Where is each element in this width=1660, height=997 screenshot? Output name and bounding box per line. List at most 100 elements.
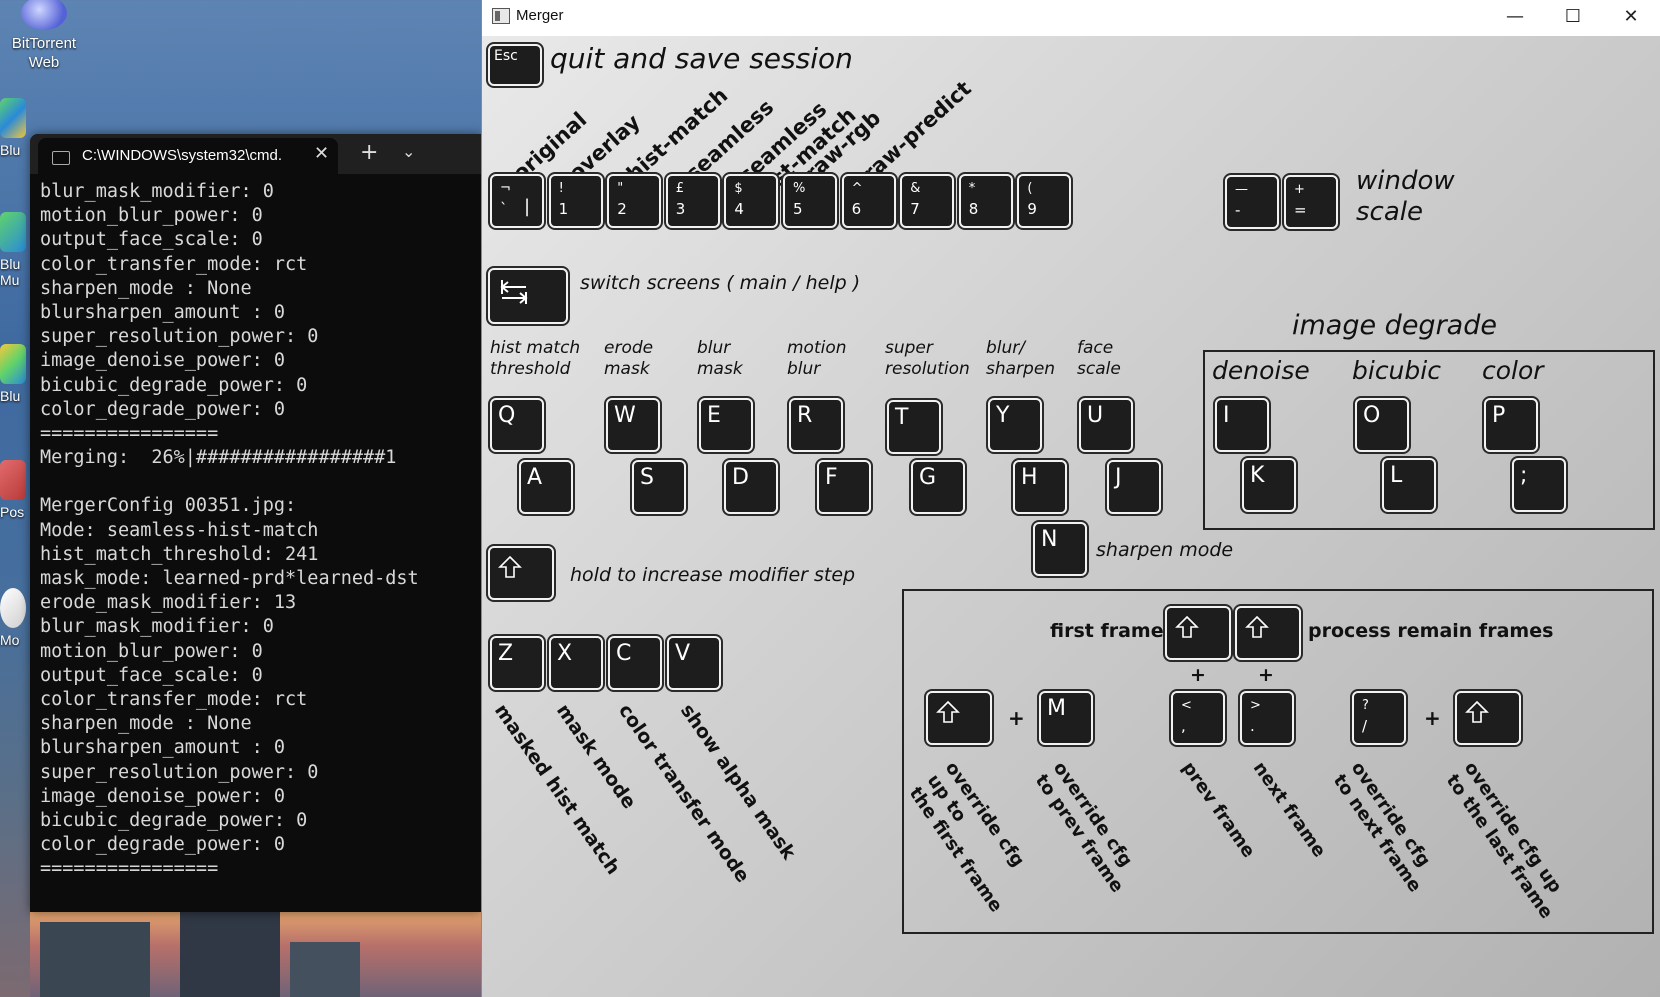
key-shift xyxy=(488,546,554,600)
key-label: , xyxy=(1181,717,1186,735)
key-shift-override-last xyxy=(1455,691,1521,745)
modifier-label: blur mask xyxy=(697,338,743,379)
key-label: X xyxy=(557,641,573,666)
key-tab xyxy=(488,268,568,324)
shift-arrow-icon xyxy=(936,700,960,723)
modifier-label: super resolution xyxy=(885,338,970,379)
terminal-line: bicubic_degrade_power: 0 xyxy=(40,374,308,396)
key-period: >. xyxy=(1240,691,1294,745)
plus-sign: + xyxy=(1008,706,1025,730)
key-label: A xyxy=(527,465,543,490)
merger-window[interactable]: Merger — ☐ ✕ Esc quit and save session s… xyxy=(481,0,1660,997)
app-icon xyxy=(0,588,26,628)
key-label: Q xyxy=(498,403,516,428)
key-label: V xyxy=(675,641,691,666)
process-remain-label: process remain frames xyxy=(1308,620,1554,642)
key-x: X xyxy=(549,636,603,690)
sharpen-mode-label: sharpen mode xyxy=(1096,539,1234,561)
key-label: 6 xyxy=(851,200,862,218)
key-label: W xyxy=(614,403,636,428)
esc-label: quit and save session xyxy=(550,42,853,75)
desktop-icon-label: BitTorrent xyxy=(11,35,77,52)
desktop-icon-label: Mo xyxy=(0,632,20,648)
key-c: C xyxy=(608,636,662,690)
key-minus: — - xyxy=(1225,175,1279,229)
key-label: ^ xyxy=(851,181,863,196)
key-degrade-down: L xyxy=(1382,458,1436,512)
tab-dropdown-icon[interactable]: ⌄ xyxy=(402,142,415,161)
key-label: / xyxy=(1362,717,1368,735)
desktop-icon-partial[interactable]: Blu xyxy=(0,98,30,158)
key-n: N xyxy=(1033,522,1087,576)
terminal-line: color_degrade_power: 0 xyxy=(40,398,286,420)
key-label: H xyxy=(1021,465,1038,490)
shift-label: hold to increase modifier step xyxy=(570,564,856,586)
maximize-button[interactable]: ☐ xyxy=(1544,0,1602,36)
key-label: U xyxy=(1087,403,1104,428)
app-icon xyxy=(0,460,26,500)
key-label: R xyxy=(797,403,813,428)
terminal-line: output_face_scale: 0 xyxy=(40,229,263,251)
desktop-icon-label: Pos xyxy=(0,504,25,520)
desktop-icon-partial[interactable]: Pos xyxy=(0,460,30,520)
key-slash: ? / xyxy=(1352,691,1406,745)
plus-sign: + xyxy=(1424,706,1441,730)
key-label: O xyxy=(1363,403,1381,428)
key-label: K xyxy=(1250,463,1265,488)
zxcv-label: show alpha mask xyxy=(675,700,800,864)
desktop-icon-bittorrent[interactable]: BitTorrent Web xyxy=(4,0,84,72)
key-label: P xyxy=(1492,403,1506,428)
terminal-tab[interactable]: C:\WINDOWS\system32\cmd. ✕ xyxy=(38,138,338,174)
key-label: $ xyxy=(734,181,743,196)
terminal-line: sharpen_mode : None xyxy=(40,713,252,735)
terminal-line: blur_mask_modifier: 0 xyxy=(40,616,274,638)
key-number: ! 1 xyxy=(548,174,603,228)
key-label: 2 xyxy=(617,200,627,218)
terminal-window[interactable]: C:\WINDOWS\system32\cmd. ✕ + ⌄ blur_mask… xyxy=(30,134,482,912)
new-tab-button[interactable]: + xyxy=(360,140,378,165)
key-number: ¬ ` xyxy=(490,174,544,228)
key-label: . xyxy=(1250,717,1255,735)
key-label: 8 xyxy=(968,200,979,218)
terminal-line: motion_blur_power: 0 xyxy=(40,640,263,662)
mode-label: hist-match xyxy=(622,83,733,186)
desktop-icon-partial[interactable]: Blu xyxy=(0,344,30,404)
key-label: 7 xyxy=(910,200,920,218)
desktop-icon-partial[interactable]: Mo xyxy=(0,588,30,648)
terminal-tab-bar: C:\WINDOWS\system32\cmd. ✕ + ⌄ xyxy=(30,134,482,174)
desktop-icon-partial[interactable]: Blu Mu xyxy=(0,212,30,288)
modifier-label: motion blur xyxy=(787,338,847,379)
key-label: T xyxy=(895,405,909,430)
desktop-icon-label: Blu xyxy=(0,256,21,272)
terminal-output: blur_mask_modifier: 0 motion_blur_power: … xyxy=(40,180,482,881)
key-esc: Esc xyxy=(488,44,542,86)
close-tab-icon[interactable]: ✕ xyxy=(314,143,329,164)
key-v: V xyxy=(667,636,721,690)
key-u: U xyxy=(1079,398,1133,452)
key-label: = xyxy=(1294,201,1307,219)
key-label: F xyxy=(825,465,838,490)
desktop-icon-label: Blu xyxy=(0,388,21,404)
key-label: Y xyxy=(996,403,1010,428)
key-e: E xyxy=(699,398,753,452)
terminal-line: super_resolution_power: 0 xyxy=(40,326,319,348)
key-degrade-down: K xyxy=(1242,458,1296,512)
minimize-button[interactable]: — xyxy=(1486,0,1544,36)
tab-icon xyxy=(500,280,528,304)
key-label: + xyxy=(1294,182,1305,197)
key-r: R xyxy=(789,398,843,452)
degrade-label: bicubic xyxy=(1352,356,1441,385)
key-label: S xyxy=(640,465,654,490)
title-bar: Merger — ☐ ✕ xyxy=(482,0,1660,36)
key-label: I xyxy=(1223,403,1230,428)
key-number: % 5 xyxy=(783,174,837,228)
key-label: % xyxy=(793,181,806,196)
close-button[interactable]: ✕ xyxy=(1602,0,1660,36)
key-shift-first xyxy=(1165,606,1231,660)
desktop-icon-label: Blu xyxy=(0,142,21,158)
key-label: | xyxy=(524,196,531,217)
key-label: ? xyxy=(1362,698,1369,713)
terminal-line: image_denoise_power: 0 xyxy=(40,350,286,372)
key-label: M xyxy=(1047,696,1066,721)
key-number: (9 xyxy=(1017,174,1072,228)
